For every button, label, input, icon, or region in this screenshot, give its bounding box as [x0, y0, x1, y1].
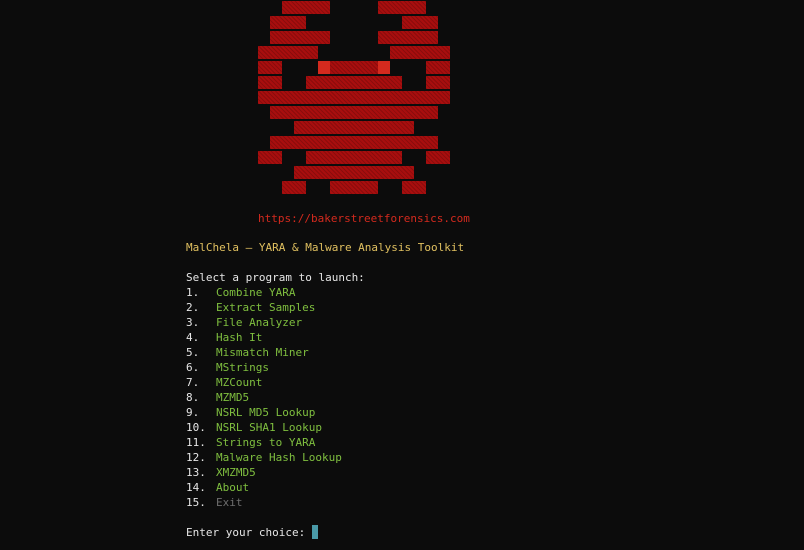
menu-item-number: 5.: [186, 346, 200, 359]
app-title: MalChela – YARA & Malware Analysis Toolk…: [186, 241, 465, 254]
menu-item[interactable]: 11. Strings to YARA: [186, 435, 315, 450]
menu-item-number: 12.: [186, 451, 206, 464]
menu-item[interactable]: 10. NSRL SHA1 Lookup: [186, 420, 322, 435]
logo-block: [378, 1, 426, 14]
menu-item-label: Combine YARA: [216, 286, 296, 299]
input-prompt: Enter your choice:: [186, 526, 312, 539]
logo-block: [426, 61, 450, 74]
menu-item-label: NSRL MD5 Lookup: [216, 406, 316, 419]
menu-item-number: 14.: [186, 481, 206, 494]
menu-item-label: MStrings: [216, 361, 269, 374]
logo-block: [258, 61, 282, 74]
logo-block: [270, 106, 438, 119]
logo-block: [402, 181, 426, 194]
logo-block: [330, 61, 378, 74]
logo-block: [402, 16, 438, 29]
menu-item[interactable]: 6. MStrings: [186, 360, 269, 375]
website-url: https://bakerstreetforensics.com: [258, 212, 470, 225]
menu-item[interactable]: 4. Hash It: [186, 330, 262, 345]
menu-item-number: 11.: [186, 436, 206, 449]
logo-block: [258, 91, 450, 104]
crab-logo-icon: [0, 0, 804, 200]
logo-block: [258, 76, 282, 89]
menu-item-number: 1.: [186, 286, 200, 299]
input-line[interactable]: Enter your choice:: [186, 525, 318, 540]
menu-item-number: 2.: [186, 301, 200, 314]
menu-item-number: 8.: [186, 391, 200, 404]
menu-heading: Select a program to launch:: [186, 271, 365, 284]
menu-item[interactable]: 14. About: [186, 480, 249, 495]
menu-item[interactable]: 12. Malware Hash Lookup: [186, 450, 342, 465]
menu-item-label: Extract Samples: [216, 301, 316, 314]
menu-item-label: Malware Hash Lookup: [216, 451, 342, 464]
logo-block: [306, 76, 402, 89]
logo-block: [270, 16, 306, 29]
menu-item[interactable]: 15. Exit: [186, 495, 243, 510]
logo-block: [390, 46, 450, 59]
logo-block: [294, 166, 414, 179]
logo-block: [330, 181, 378, 194]
menu-item[interactable]: 5. Mismatch Miner: [186, 345, 309, 360]
menu-item-label: About: [216, 481, 250, 494]
menu-item[interactable]: 1. Combine YARA: [186, 285, 295, 300]
menu-item-number: 4.: [186, 331, 200, 344]
menu-item[interactable]: 13. XMZMD5: [186, 465, 256, 480]
menu-item-label: Exit: [216, 496, 243, 509]
menu-item[interactable]: 2. Extract Samples: [186, 300, 315, 315]
logo-block: [258, 151, 282, 164]
menu-item-number: 13.: [186, 466, 206, 479]
menu-item-number: 15.: [186, 496, 206, 509]
right-eye-icon: [378, 61, 390, 74]
logo-block: [270, 136, 438, 149]
menu-item-label: XMZMD5: [216, 466, 256, 479]
logo-block: [258, 46, 318, 59]
terminal-window: https://bakerstreetforensics.com MalChel…: [0, 0, 804, 550]
logo-block: [270, 31, 330, 44]
logo-block: [426, 151, 450, 164]
left-eye-icon: [318, 61, 330, 74]
menu-item-number: 7.: [186, 376, 200, 389]
menu-item-label: NSRL SHA1 Lookup: [216, 421, 322, 434]
menu-item[interactable]: 3. File Analyzer: [186, 315, 302, 330]
menu-item-number: 9.: [186, 406, 200, 419]
logo-block: [378, 31, 438, 44]
logo-block: [306, 151, 402, 164]
menu-item-label: File Analyzer: [216, 316, 303, 329]
logo-block: [282, 181, 306, 194]
menu-item[interactable]: 8. MZMD5: [186, 390, 249, 405]
menu-item-label: MZCount: [216, 376, 263, 389]
menu-item-number: 6.: [186, 361, 200, 374]
menu-item[interactable]: 7. MZCount: [186, 375, 262, 390]
menu-item-number: 3.: [186, 316, 200, 329]
menu-item-number: 10.: [186, 421, 206, 434]
menu-item-label: Mismatch Miner: [216, 346, 309, 359]
logo-block: [294, 121, 414, 134]
menu-item-label: MZMD5: [216, 391, 250, 404]
menu-item-label: Strings to YARA: [216, 436, 316, 449]
text-cursor[interactable]: [311, 525, 318, 539]
logo-block: [282, 1, 330, 14]
menu-item-label: Hash It: [216, 331, 263, 344]
logo-block: [426, 76, 450, 89]
menu-item[interactable]: 9. NSRL MD5 Lookup: [186, 405, 315, 420]
